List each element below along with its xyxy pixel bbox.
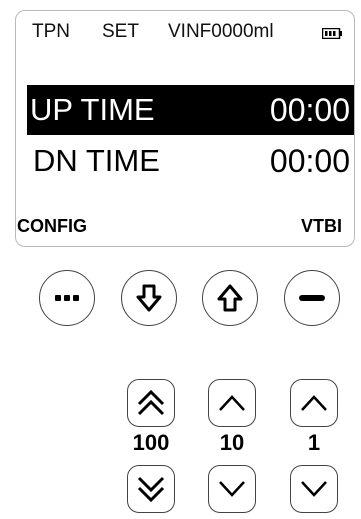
chevron-up-icon xyxy=(217,393,247,413)
arrow-down-button[interactable] xyxy=(121,270,177,326)
dn-time-label: DN TIME xyxy=(33,143,160,178)
increase-1-button[interactable] xyxy=(290,379,338,427)
status-vinf: VINF0000ml xyxy=(168,21,274,42)
chevron-down-icon xyxy=(299,479,329,499)
double-chevron-up-icon xyxy=(136,388,166,418)
more-icon xyxy=(55,294,79,302)
lcd-screen: TPN SET VINF0000ml UP TIME 00:00 DN TIME… xyxy=(15,10,355,247)
decrease-1-button[interactable] xyxy=(290,465,338,513)
decrease-10-button[interactable] xyxy=(208,465,256,513)
dn-time-value: 00:00 xyxy=(269,142,350,179)
status-set: SET xyxy=(102,21,139,42)
increase-10-button[interactable] xyxy=(208,379,256,427)
increase-100-button[interactable] xyxy=(127,379,175,427)
dn-time-row[interactable]: DN TIME 00:00 xyxy=(27,136,354,186)
minus-button[interactable] xyxy=(284,270,340,326)
softkey-config: CONFIG xyxy=(17,216,87,236)
step-label-10: 10 xyxy=(219,430,245,455)
chevron-up-icon xyxy=(299,393,329,413)
softkey-vtbi: VTBI xyxy=(300,216,342,236)
minus-icon xyxy=(299,294,325,302)
status-mode: TPN xyxy=(32,21,70,42)
arrow-down-icon xyxy=(136,284,162,312)
more-button[interactable] xyxy=(39,270,95,326)
up-time-label: UP TIME xyxy=(30,92,155,127)
step-label-1: 1 xyxy=(307,430,321,455)
decrease-100-button[interactable] xyxy=(127,465,175,513)
arrow-up-icon xyxy=(217,284,243,312)
step-label-100: 100 xyxy=(132,430,170,455)
battery-icon xyxy=(322,28,342,39)
up-time-value: 00:00 xyxy=(269,91,350,128)
arrow-up-button[interactable] xyxy=(202,270,258,326)
chevron-down-icon xyxy=(217,479,247,499)
double-chevron-down-icon xyxy=(136,474,166,504)
up-time-row[interactable]: UP TIME 00:00 xyxy=(27,85,354,135)
